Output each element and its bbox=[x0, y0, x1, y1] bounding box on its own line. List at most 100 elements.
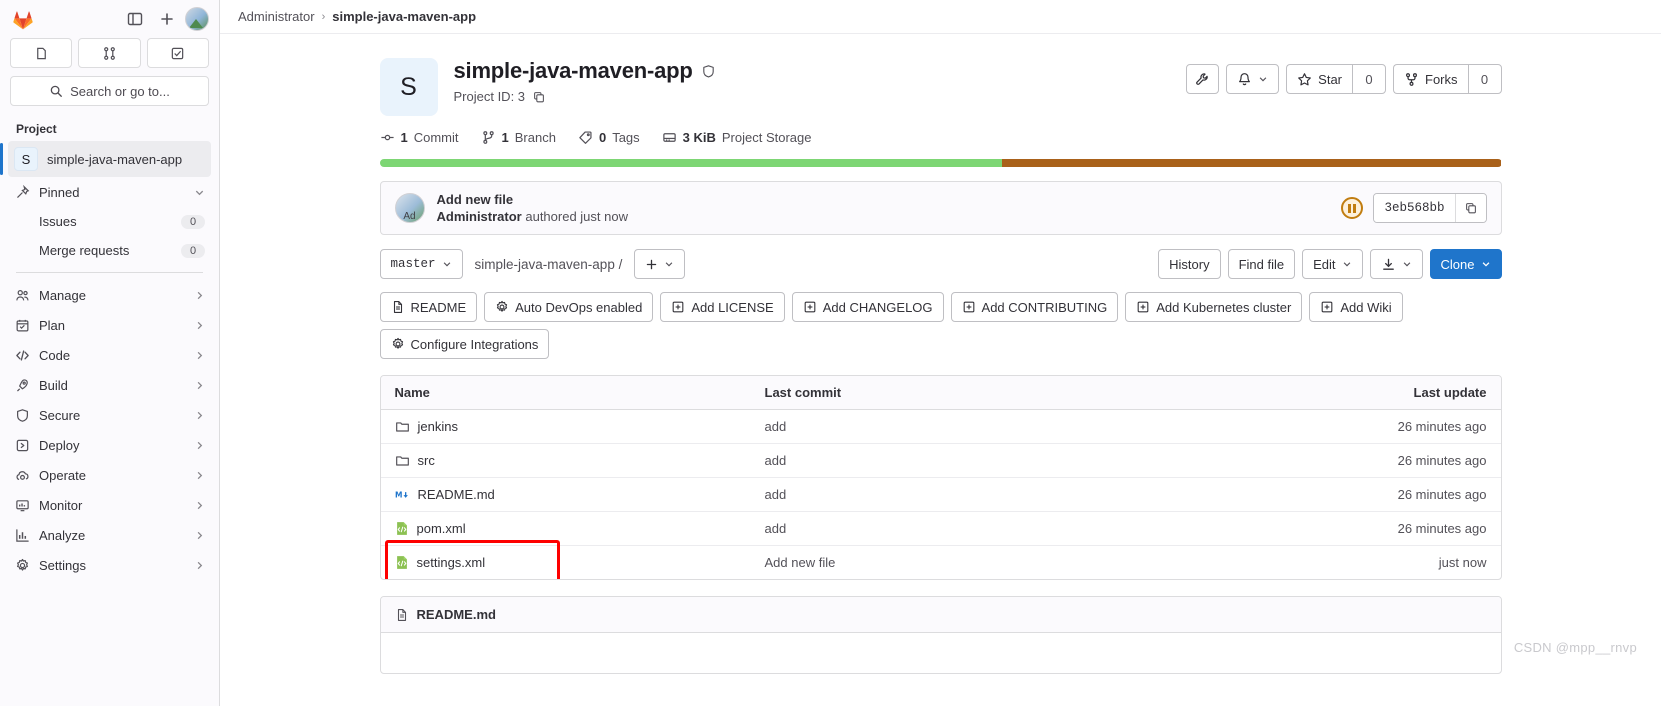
sidebar-item-deploy[interactable]: Deploy bbox=[8, 430, 211, 460]
clone-button[interactable]: Clone bbox=[1429, 249, 1502, 279]
sidebar-item-merge-requests[interactable]: Merge requests 0 bbox=[8, 236, 211, 265]
star-count[interactable]: 0 bbox=[1352, 64, 1386, 94]
file-name[interactable]: jenkins bbox=[418, 419, 458, 434]
stat-commits-label: Commit bbox=[413, 130, 459, 145]
folder-icon bbox=[395, 453, 410, 468]
sidebar-item-plan[interactable]: Plan bbox=[8, 310, 211, 340]
status-badge[interactable] bbox=[1341, 197, 1364, 219]
breadcrumb-root[interactable]: Administrator bbox=[238, 9, 315, 24]
add-contributing-button[interactable]: Add CONTRIBUTING bbox=[950, 292, 1119, 322]
star-button[interactable]: Star bbox=[1286, 64, 1352, 94]
last-commit-cell: Add new file bbox=[765, 555, 1327, 570]
sidebar-item-project[interactable]: S simple-java-maven-app bbox=[0, 141, 211, 177]
language-segment-other[interactable] bbox=[1002, 159, 1502, 167]
commit-author[interactable]: Administrator bbox=[437, 209, 522, 224]
pin-icon bbox=[14, 184, 30, 200]
copy-icon[interactable] bbox=[532, 90, 546, 104]
commit-right-actions: 3eb568bb bbox=[1341, 193, 1487, 223]
stat-tags[interactable]: 0 Tags bbox=[578, 130, 640, 145]
last-commit-text[interactable]: add bbox=[765, 521, 787, 536]
table-row[interactable]: src add 26 minutes ago bbox=[380, 444, 1501, 478]
branch-selector[interactable]: master bbox=[379, 249, 463, 279]
repo-path-root[interactable]: simple-java-maven-app bbox=[475, 257, 615, 272]
settings-wrench-button[interactable] bbox=[1186, 64, 1220, 94]
sidebar-item-pinned[interactable]: Pinned bbox=[8, 177, 211, 207]
table-row[interactable]: jenkins add 26 minutes ago bbox=[380, 410, 1501, 444]
history-button[interactable]: History bbox=[1158, 249, 1221, 279]
add-license-button[interactable]: Add LICENSE bbox=[660, 292, 785, 322]
plus-icon[interactable] bbox=[153, 5, 181, 33]
project-id-row: Project ID: 3 bbox=[454, 89, 716, 104]
star-icon bbox=[1297, 72, 1312, 87]
markdown-file-icon: M bbox=[395, 488, 410, 501]
todo-checkbox-icon[interactable] bbox=[146, 38, 209, 68]
sidebar-item-operate[interactable]: Operate bbox=[8, 460, 211, 490]
find-file-button[interactable]: Find file bbox=[1227, 249, 1296, 279]
sidebar-analyze-label: Analyze bbox=[39, 527, 86, 543]
add-kubernetes-cluster-button[interactable]: Add Kubernetes cluster bbox=[1125, 292, 1303, 322]
file-name[interactable]: pom.xml bbox=[417, 521, 466, 536]
forks-button[interactable]: Forks bbox=[1393, 64, 1468, 94]
readme-button[interactable]: README bbox=[379, 292, 478, 322]
language-segment-java[interactable] bbox=[379, 159, 1003, 167]
stat-storage[interactable]: 3 KiB Project Storage bbox=[662, 130, 812, 145]
add-changelog-button[interactable]: Add CHANGELOG bbox=[791, 292, 944, 322]
download-icon bbox=[1381, 257, 1396, 272]
chevron-right-icon bbox=[194, 560, 205, 571]
rocket-icon bbox=[14, 377, 30, 393]
panel-toggle-icon[interactable] bbox=[121, 5, 149, 33]
table-row[interactable]: pom.xml add 26 minutes ago bbox=[380, 512, 1501, 546]
column-header-name: Name bbox=[394, 385, 430, 400]
edit-button[interactable]: Edit bbox=[1302, 249, 1363, 279]
file-name[interactable]: settings.xml bbox=[417, 555, 486, 570]
last-commit-cell: add bbox=[765, 487, 1327, 502]
sidebar-item-secure[interactable]: Secure bbox=[8, 400, 211, 430]
gitlab-logo-icon[interactable] bbox=[10, 6, 36, 32]
tag-icon bbox=[578, 130, 593, 145]
last-commit-text[interactable]: add bbox=[765, 453, 787, 468]
last-commit-text[interactable]: Add new file bbox=[765, 555, 836, 570]
sidebar-item-issues[interactable]: Issues 0 bbox=[8, 207, 211, 236]
commit-message[interactable]: Add new file bbox=[437, 192, 628, 207]
sidebar-item-analyze[interactable]: Analyze bbox=[8, 520, 211, 550]
forks-count[interactable]: 0 bbox=[1467, 64, 1502, 94]
table-row[interactable]: M README.md add 26 minutes ago bbox=[380, 478, 1501, 512]
add-wiki-button[interactable]: Add Wiki bbox=[1309, 292, 1403, 322]
issue-icon[interactable] bbox=[10, 38, 73, 68]
project-title-row: simple-java-maven-app bbox=[454, 58, 716, 84]
stat-branches[interactable]: 1 Branch bbox=[481, 130, 556, 145]
last-commit-text[interactable]: add bbox=[765, 419, 787, 434]
copy-icon[interactable] bbox=[1454, 194, 1486, 222]
sidebar-section-label: Project bbox=[16, 122, 57, 136]
chevron-down-icon bbox=[1258, 74, 1268, 84]
add-to-repo-button[interactable] bbox=[634, 249, 686, 279]
chevron-down-icon bbox=[1402, 259, 1412, 269]
readme-title[interactable]: README.md bbox=[417, 607, 496, 622]
file-list-table: Name Last commit Last update jenkins add… bbox=[379, 375, 1502, 580]
download-button[interactable] bbox=[1369, 249, 1423, 279]
cloud-gear-icon bbox=[14, 467, 30, 483]
notifications-button[interactable] bbox=[1226, 64, 1280, 94]
file-name[interactable]: src bbox=[418, 453, 435, 468]
table-row[interactable]: settings.xml Add new file just now bbox=[381, 540, 1501, 579]
file-name-cell: M README.md bbox=[395, 487, 765, 502]
commit-sha[interactable]: 3eb568bb bbox=[1374, 194, 1455, 222]
sidebar-item-build[interactable]: Build bbox=[8, 370, 211, 400]
branch-icon bbox=[481, 130, 496, 145]
project-overview: S simple-java-maven-app Project ID: 3 St… bbox=[220, 34, 1661, 674]
sidebar-item-manage[interactable]: Manage bbox=[8, 280, 211, 310]
last-commit-text[interactable]: add bbox=[765, 487, 787, 502]
sidebar-item-settings[interactable]: Settings bbox=[8, 550, 211, 580]
stat-commits[interactable]: 1 Commit bbox=[380, 130, 459, 145]
sidebar-operate-label: Operate bbox=[39, 467, 86, 483]
avatar-icon[interactable] bbox=[185, 7, 209, 31]
breadcrumb-current[interactable]: simple-java-maven-app bbox=[332, 9, 476, 24]
merge-request-icon[interactable] bbox=[78, 38, 141, 68]
search-input[interactable]: Search or go to... bbox=[10, 76, 209, 106]
sidebar-item-monitor[interactable]: Monitor bbox=[8, 490, 211, 520]
file-name[interactable]: README.md bbox=[418, 487, 495, 502]
sidebar: Search or go to... Project S simple-java… bbox=[0, 0, 220, 706]
sidebar-item-code[interactable]: Code bbox=[8, 340, 211, 370]
configure-integrations-button[interactable]: Configure Integrations bbox=[379, 329, 550, 359]
auto-devops-button[interactable]: Auto DevOps enabled bbox=[484, 292, 654, 322]
